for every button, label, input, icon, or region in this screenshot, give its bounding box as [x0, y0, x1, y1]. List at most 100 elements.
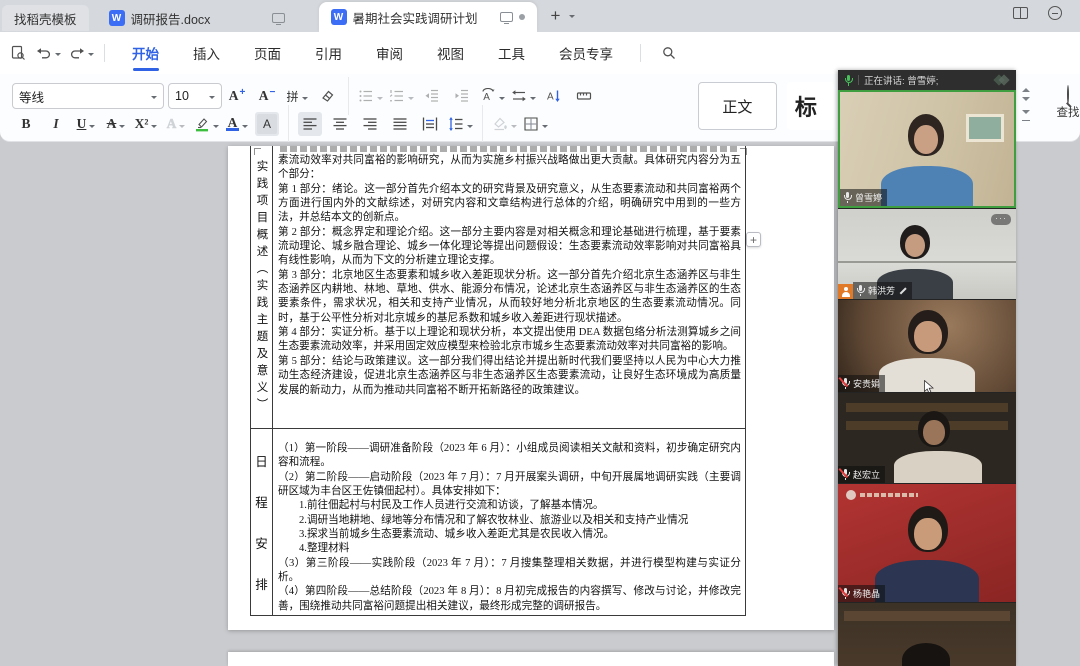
participant-avatar — [894, 451, 982, 483]
paragraph[interactable]: （1）第一阶段——调研准备阶段（2023 年 6 月）：小组成员阅读相关文献和资… — [278, 442, 741, 471]
clear-format-button[interactable] — [315, 84, 339, 108]
rename-pencil-icon[interactable] — [898, 286, 907, 295]
align-center-button[interactable] — [328, 112, 352, 136]
paragraph[interactable]: 素流动效率对共同富裕的影响研究，从而为实施乡村振兴战略做出更大贡献。具体研究内容… — [278, 154, 741, 183]
shrink-font-button[interactable]: A− — [255, 84, 279, 108]
text-effects-button[interactable]: A — [164, 112, 188, 136]
bold-button[interactable]: B — [14, 112, 38, 136]
table-row1-content-cell[interactable]: 素流动效率对共同富裕的影响研究，从而为实施乡村振兴战略做出更大贡献。具体研究内容… — [273, 146, 745, 428]
chevron-down-icon — [116, 117, 125, 132]
font-name-select[interactable]: 等线 — [12, 83, 164, 109]
decrease-indent-button[interactable] — [420, 84, 444, 108]
align-left-button[interactable] — [298, 112, 322, 136]
search-icon[interactable] — [661, 45, 677, 61]
menu-tab-home[interactable]: 开始 — [115, 32, 176, 74]
paragraph[interactable]: 1.前往佃起村与村民及工作人员进行交流和访谈，了解基本情况。 — [278, 499, 741, 513]
mic-on-icon — [843, 192, 852, 203]
paragraph[interactable]: 第 1 部分：绪论。这一部分首先介绍本文的研究背景及研究意义，从生态要素流动和共… — [278, 183, 741, 226]
shading-fill-button[interactable] — [492, 112, 517, 136]
paragraph[interactable]: （4）第四阶段——总结阶段（2023 年 8 月）：8 月初完成报告的内容撰写、… — [278, 585, 741, 614]
gallery-scroll-up-icon[interactable] — [1022, 84, 1030, 92]
font-color-button[interactable]: A — [225, 112, 249, 136]
undo-button[interactable] — [36, 45, 52, 61]
account-icon[interactable] — [1048, 6, 1062, 20]
more-options-button[interactable]: ··· — [991, 214, 1011, 225]
bullet-list-button[interactable] — [358, 84, 383, 108]
italic-button[interactable]: I — [44, 112, 68, 136]
row2-label-char: 程 — [255, 492, 268, 511]
video-tile-2[interactable]: ··· 韩洪芳 — [838, 209, 1016, 299]
grow-font-button[interactable]: A+ — [225, 84, 249, 108]
split-view-icon[interactable] — [1013, 7, 1028, 19]
char-shading-button[interactable]: A — [255, 112, 279, 136]
align-right-button[interactable] — [358, 112, 382, 136]
video-tile-3[interactable]: 安贵娟 — [838, 300, 1016, 392]
table-row2-header-cell[interactable]: 日 程 安 排 — [251, 429, 273, 615]
bookshelf — [846, 403, 1008, 412]
ltr-rtl-button[interactable] — [511, 84, 536, 108]
new-tab-button[interactable]: + — [551, 6, 561, 26]
chevron-down-icon — [176, 117, 185, 132]
style-item-body[interactable]: 正文 — [698, 82, 777, 130]
row2-label-char: 日 — [255, 451, 268, 470]
paragraph[interactable]: 第 2 部分：概念界定和理论介绍。这一部分主要内容是对相关概念和理论基础进行梳理… — [278, 226, 741, 269]
wall-picture — [966, 114, 1004, 142]
redo-chevron-icon[interactable] — [85, 44, 94, 62]
justify-button[interactable] — [388, 112, 412, 136]
video-tile-5[interactable]: 杨艳晶 — [838, 484, 1016, 602]
video-tile-1[interactable]: 曾雪婷 — [838, 90, 1016, 208]
table-row2-content-cell[interactable]: （1）第一阶段——调研准备阶段（2023 年 6 月）：小组成员阅读相关文献和资… — [273, 429, 745, 615]
tab-report-doc[interactable]: W 调研报告.docx — [97, 4, 297, 32]
table-row1-header-cell[interactable]: 实践项目概述（实践主题及意义） — [251, 146, 273, 428]
menu-tab-page[interactable]: 页面 — [237, 32, 298, 74]
document-table[interactable]: 实践项目概述（实践主题及意义） 素流动效率对共同富裕的影响研究，从而为实施乡村振… — [250, 146, 746, 616]
paragraph[interactable]: 2.调研当地耕地、绿地等分布情况和了解农牧林业、旅游业以及相关和支持产业情况 — [278, 514, 741, 528]
redo-button[interactable] — [69, 45, 85, 61]
divider — [640, 44, 641, 62]
superscript-button[interactable]: X² — [134, 112, 158, 136]
numbered-list-button[interactable] — [389, 84, 414, 108]
find-replace-button[interactable]: 查找 — [1048, 86, 1080, 120]
tab-practice-plan[interactable]: W 暑期社会实践调研计划 — [319, 2, 537, 32]
strikethrough-button[interactable]: A — [104, 112, 128, 136]
font-size-select[interactable]: 10 — [168, 83, 222, 109]
document-next-page[interactable] — [228, 652, 834, 666]
paragraph[interactable]: 第 4 部分：实证分析。基于以上理论和现状分析，本文提出使用 DEA 数据包络分… — [278, 326, 741, 355]
increase-indent-button[interactable] — [450, 84, 474, 108]
paragraph[interactable]: （3）第三阶段——实践阶段（2023 年 7 月）：7 月搜集整理相关数据，并进… — [278, 557, 741, 586]
paragraph[interactable]: 第 5 部分：结论与政策建议。这一部分我们得出结论并提出新时代我们要坚持以人民为… — [278, 355, 741, 398]
document-page[interactable]: 实践项目概述（实践主题及意义） 素流动效率对共同富裕的影响研究，从而为实施乡村振… — [228, 146, 834, 630]
host-badge-icon — [838, 284, 853, 299]
table-insert-button[interactable]: + — [746, 232, 761, 247]
gallery-scroll-down-icon[interactable] — [1022, 97, 1030, 105]
menu-tab-reference[interactable]: 引用 — [298, 32, 359, 74]
line-spacing-button[interactable] — [448, 112, 473, 136]
tab-ruler-button[interactable] — [572, 84, 596, 108]
distribute-button[interactable] — [418, 112, 442, 136]
print-preview-button[interactable] — [10, 45, 26, 61]
undo-chevron-icon[interactable] — [52, 44, 61, 62]
paragraph[interactable]: 3.探求当前城乡生态要素流动、城乡收入差距尤其是农民收入情况。 — [278, 528, 741, 542]
chevron-down-icon — [86, 117, 95, 132]
video-tile-4[interactable]: 赵宏立 — [838, 393, 1016, 483]
style-item-heading-partial[interactable]: 标 — [787, 82, 834, 130]
gallery-expand-icon[interactable] — [1022, 110, 1030, 118]
paragraph[interactable]: （2）第二阶段——启动阶段（2023 年 7 月）：7 月开展案头调研，中旬开展… — [278, 471, 741, 500]
highlight-button[interactable] — [194, 112, 219, 136]
paragraph[interactable]: 第 3 部分：北京地区生态要素和城乡收入差距现状分析。这一部分首先介绍北京生态涵… — [278, 269, 741, 326]
tab-template-store[interactable]: 找稻壳模板 — [2, 5, 89, 31]
video-tile-6-partial[interactable] — [838, 603, 1016, 666]
virtual-background-text — [860, 493, 918, 497]
tab-list-chevron-icon[interactable] — [566, 6, 575, 24]
text-direction-button[interactable]: A — [480, 84, 505, 108]
menu-tab-tools[interactable]: 工具 — [481, 32, 542, 74]
video-meeting-panel[interactable]: 正在讲话: 曾雪婷; 曾雪婷 ··· 韩洪芳 — [838, 70, 1016, 666]
menu-tab-insert[interactable]: 插入 — [176, 32, 237, 74]
underline-button[interactable]: U — [74, 112, 98, 136]
menu-tab-member[interactable]: 会员专享 — [542, 32, 630, 74]
paragraph[interactable]: 4.整理材料 — [278, 542, 741, 556]
sort-button[interactable]: A — [542, 84, 566, 108]
menu-tab-review[interactable]: 审阅 — [359, 32, 420, 74]
borders-button[interactable] — [523, 112, 548, 136]
menu-tab-view[interactable]: 视图 — [420, 32, 481, 74]
